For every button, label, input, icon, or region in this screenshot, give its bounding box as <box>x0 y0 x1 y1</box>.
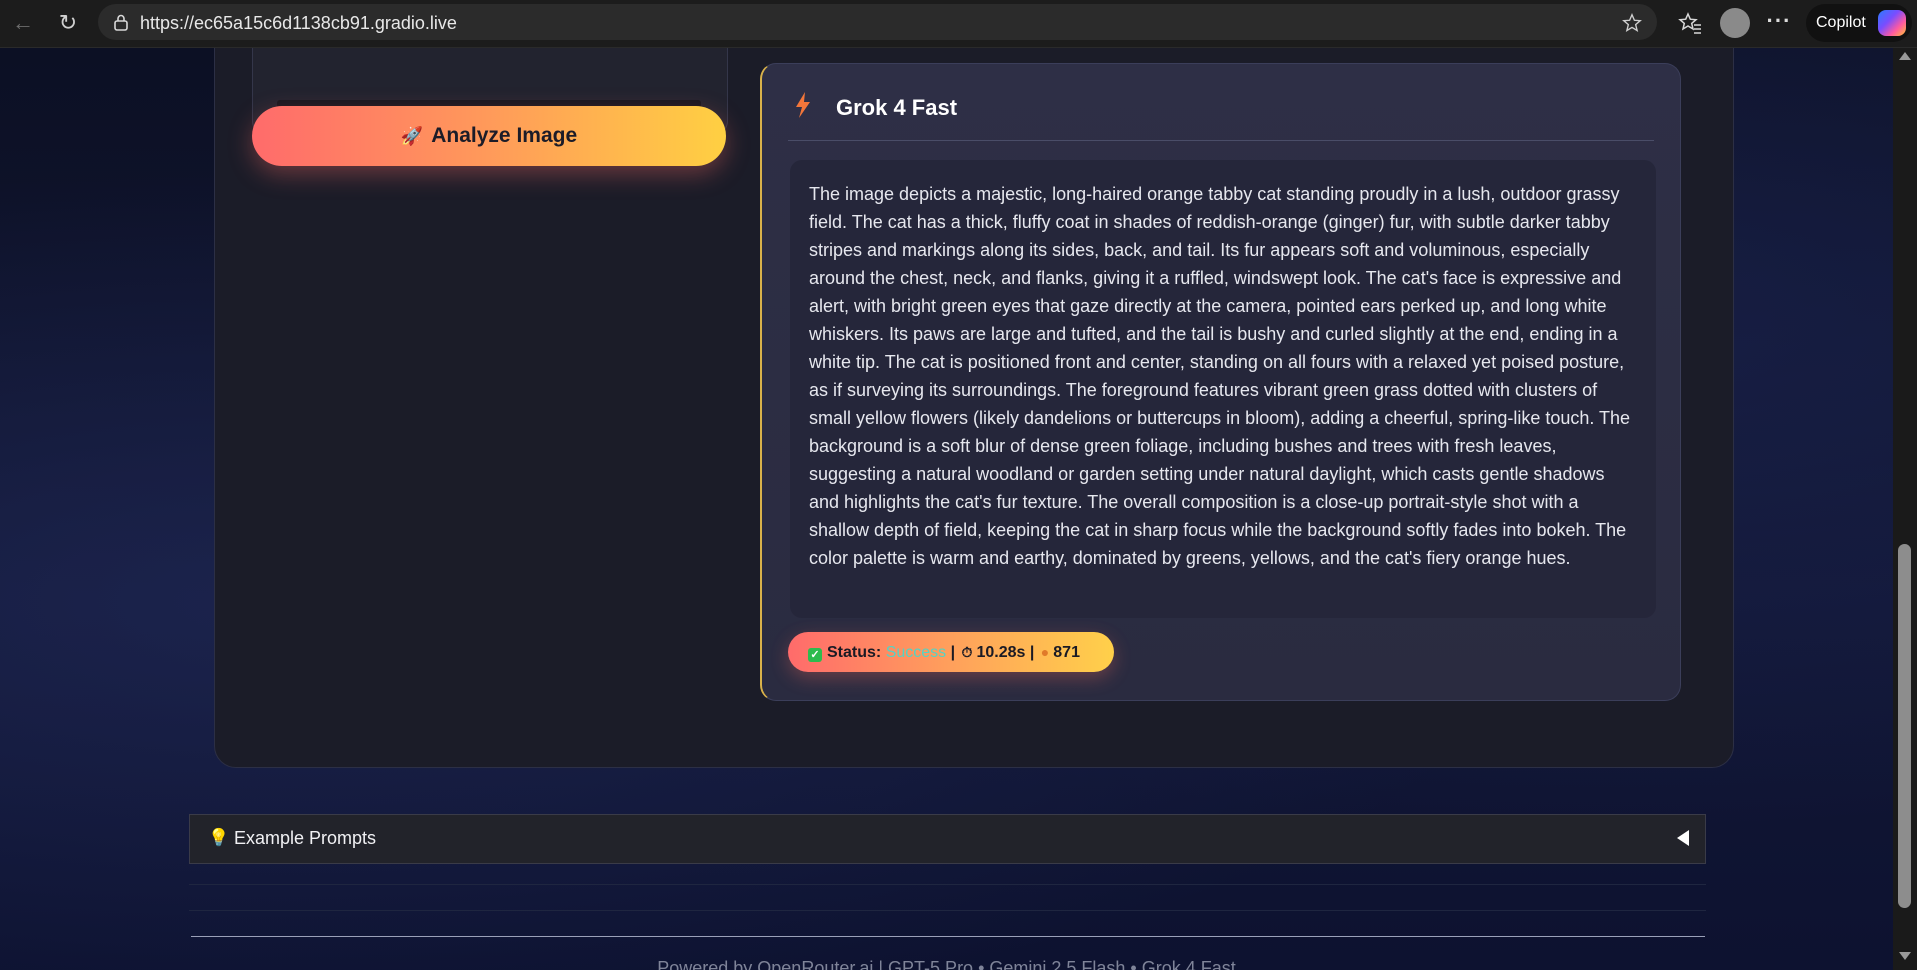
model-title: Grok 4 Fast <box>836 95 958 120</box>
copilot-label: Copilot <box>1816 14 1866 31</box>
copilot-button[interactable]: Copilot <box>1806 4 1912 42</box>
lightning-bolt-icon <box>796 92 810 118</box>
example-prompts-label: Example Prompts <box>234 828 377 848</box>
lock-icon[interactable] <box>112 13 130 31</box>
time-value: 10.28s <box>976 644 1026 661</box>
back-arrow-icon[interactable]: ← <box>8 8 38 38</box>
more-options-icon[interactable]: ··· <box>1766 10 1792 36</box>
status-label: Status: <box>827 644 882 661</box>
token-value: 871 <box>1053 644 1080 661</box>
model-result-card: Grok 4 Fast The image depicts a majestic… <box>760 63 1681 701</box>
stopwatch-icon: ⏱ <box>961 644 973 660</box>
copilot-logo-icon <box>1878 10 1906 36</box>
profile-avatar-icon[interactable] <box>1720 8 1750 38</box>
favorite-star-icon[interactable] <box>1621 12 1643 34</box>
address-bar[interactable]: https://ec65a15c6d1138cb91.gradio.live <box>98 4 1657 40</box>
page-viewport: 🚀 Analyze Image Grok 4 Fast The image dep… <box>0 48 1893 970</box>
result-description: The image depicts a majestic, long-haire… <box>790 160 1656 618</box>
lightbulb-icon: 💡 <box>208 828 230 847</box>
check-icon: ✓ <box>808 648 822 662</box>
scrollbar-thumb[interactable] <box>1898 544 1911 908</box>
favorites-icon[interactable] <box>1677 10 1703 36</box>
reload-icon[interactable]: ↻ <box>53 8 83 38</box>
rocket-icon: 🚀 <box>400 126 424 146</box>
browser-toolbar: ← ↻ https://ec65a15c6d1138cb91.gradio.li… <box>0 0 1917 48</box>
footer-text: Powered by OpenRouter.ai | GPT-5 Pro • G… <box>657 958 1236 970</box>
token-coin-icon: ● <box>1040 644 1050 660</box>
status-badge: ✓ Status: Success | ⏱ 10.28s | ● 871 <box>788 632 1114 672</box>
scroll-down-arrow-icon[interactable] <box>1899 952 1911 960</box>
scroll-up-arrow-icon[interactable] <box>1899 52 1911 60</box>
example-prompts-accordion[interactable]: 💡 Example Prompts <box>189 814 1706 864</box>
divider <box>788 140 1654 141</box>
caret-left-icon[interactable] <box>1677 830 1689 846</box>
separator: | <box>1029 644 1035 661</box>
separator: | <box>950 644 956 661</box>
status-value: Success <box>885 644 947 661</box>
analyze-button-label: Analyze Image <box>431 124 578 147</box>
divider <box>191 936 1705 937</box>
divider <box>189 884 1706 885</box>
analyze-image-button[interactable]: 🚀 Analyze Image <box>252 106 726 166</box>
divider <box>189 910 1706 911</box>
url-text[interactable]: https://ec65a15c6d1138cb91.gradio.live <box>140 13 457 34</box>
